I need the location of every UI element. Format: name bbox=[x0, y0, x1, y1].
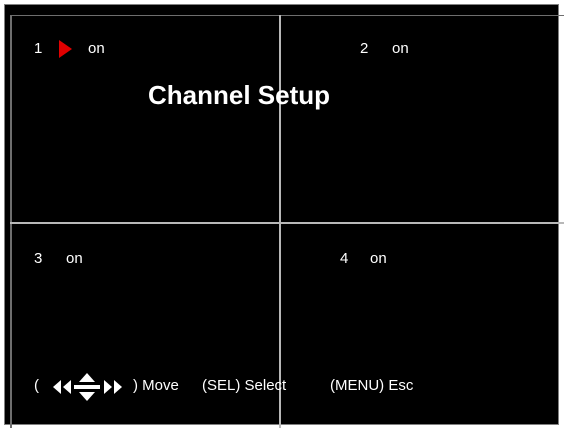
help-move: ) Move bbox=[133, 377, 179, 394]
navigation-arrows-icon bbox=[53, 373, 122, 401]
right-double-arrow-icon bbox=[104, 380, 122, 394]
channel-3-status[interactable]: on bbox=[66, 250, 83, 268]
channel-2-number: 2 bbox=[360, 40, 369, 57]
channel-4-number: 4 bbox=[340, 250, 349, 267]
left-double-arrow-icon bbox=[53, 380, 71, 394]
play-arrow-icon bbox=[59, 40, 72, 58]
help-select: (SEL) Select bbox=[202, 377, 287, 394]
channel-2-status[interactable]: on bbox=[392, 40, 409, 58]
channel-1-number: 1 bbox=[34, 40, 43, 57]
help-open-paren: ( bbox=[34, 377, 39, 394]
up-down-arrow-icon bbox=[74, 373, 100, 401]
channel-3-number: 3 bbox=[34, 250, 43, 267]
frame-top-edge bbox=[10, 15, 564, 16]
channel-1-status[interactable]: on bbox=[88, 40, 105, 58]
osd-screen bbox=[4, 4, 559, 425]
channel-4-status[interactable]: on bbox=[370, 250, 387, 268]
page-title: Channel Setup bbox=[148, 80, 331, 110]
quad-divider-horizontal bbox=[10, 222, 564, 224]
help-esc: (MENU) Esc bbox=[330, 377, 414, 394]
